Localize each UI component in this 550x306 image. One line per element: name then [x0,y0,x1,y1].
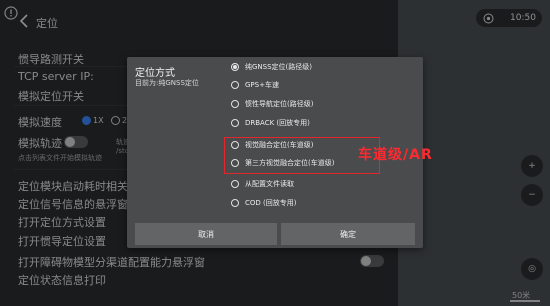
option-inertial-nav[interactable]: 惯性导航定位(路径级) [231,98,313,110]
option-drback[interactable]: DRBACK (回放专用) [231,117,310,129]
dialog-title: 定位方式 [135,68,175,79]
option-label: DRBACK (回放专用) [245,119,310,127]
radio-icon[interactable] [231,81,239,89]
option-cod[interactable]: COD (回放专用) [231,197,296,209]
radio-icon[interactable] [231,119,239,127]
radio-icon[interactable] [231,199,239,207]
option-pure-gnss[interactable]: 纯GNSS定位(路径级) [231,61,312,73]
confirm-button[interactable]: 确定 [281,223,415,245]
option-label: 惯性导航定位(路径级) [245,100,314,108]
lane-level-highlight-box [224,137,380,174]
radio-icon[interactable] [231,100,239,108]
lane-level-ar-annotation: 车道级/AR [358,147,433,163]
option-label: 从配置文件读取 [245,180,294,188]
dialog-current-mode: 目前为:纯GNSS定位 [135,79,199,87]
radio-icon[interactable] [231,180,239,188]
cancel-button[interactable]: 取消 [135,223,277,245]
option-label: GPS+车速 [245,81,279,89]
option-label: COD (回放专用) [245,199,297,207]
radio-selected-icon[interactable] [231,63,239,71]
option-from-config-file[interactable]: 从配置文件读取 [231,178,294,190]
option-gps-speed[interactable]: GPS+车速 [231,79,279,91]
option-label: 纯GNSS定位(路径级) [245,63,313,71]
